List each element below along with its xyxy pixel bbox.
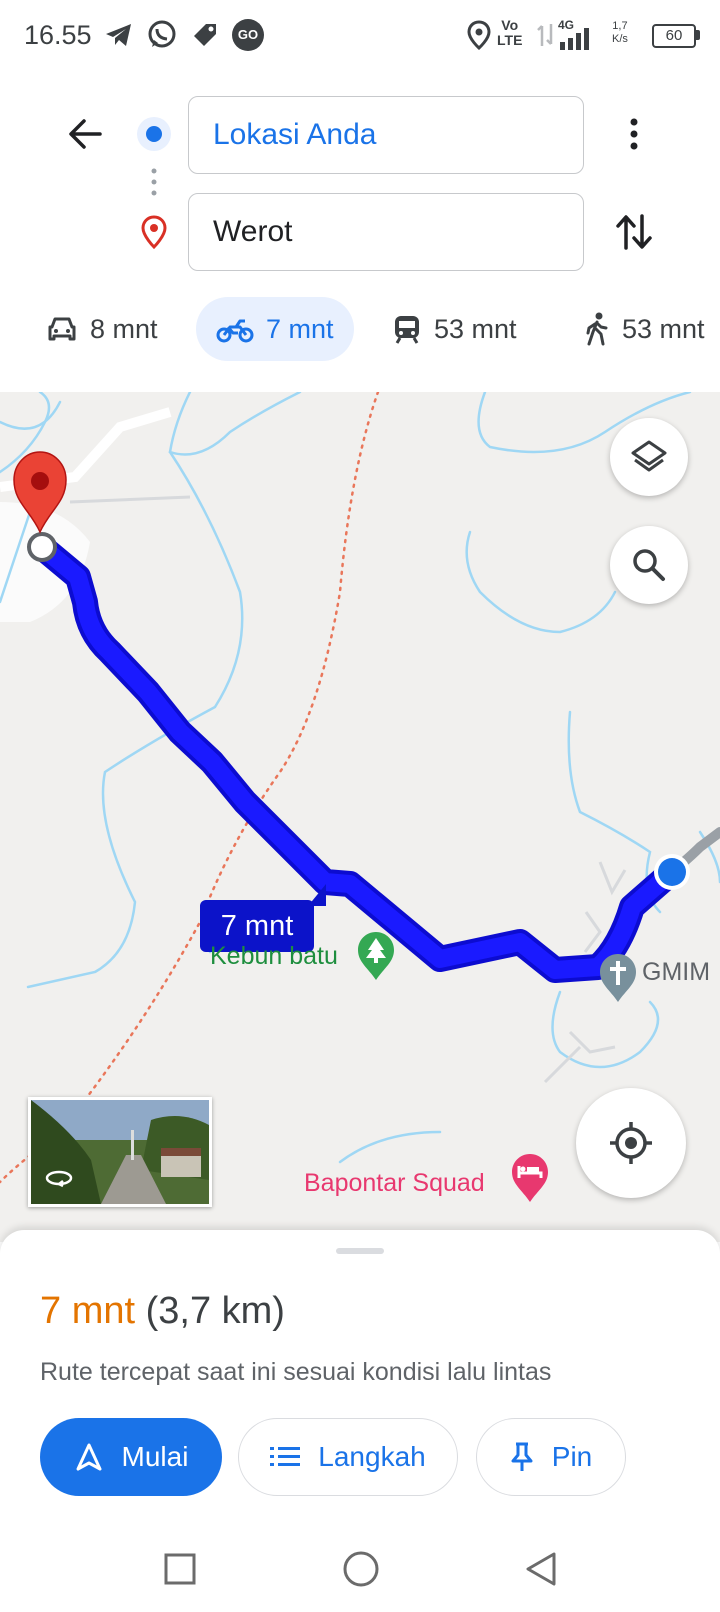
my-location-button[interactable] <box>576 1088 686 1198</box>
route-duration: 7 mnt <box>40 1290 136 1332</box>
pin-label: Pin <box>551 1441 593 1472</box>
mode-walk[interactable]: 53 mnt <box>584 297 705 361</box>
list-icon <box>270 1447 301 1466</box>
steps-button[interactable]: Langkah <box>238 1418 458 1496</box>
car-icon <box>48 317 76 341</box>
navigation-arrow-icon <box>76 1443 102 1471</box>
more-options-icon[interactable] <box>614 114 654 154</box>
swap-icon[interactable] <box>612 210 656 254</box>
sheet-drag-handle[interactable] <box>336 1248 384 1254</box>
recent-apps-icon[interactable] <box>163 1552 197 1586</box>
destination-pin-icon <box>141 215 167 250</box>
route-summary-sheet: 7 mnt (3,7 km) Rute tercepat saat ini se… <box>0 1230 720 1530</box>
back-nav-icon[interactable] <box>522 1550 558 1588</box>
status-bar: 16.55 GO Vo LTE 4G 1,7 K/s 60 <box>0 0 720 72</box>
gojek-icon: GO <box>232 19 264 51</box>
motorcycle-icon <box>216 319 254 343</box>
park-icon[interactable] <box>356 930 396 982</box>
layers-icon <box>631 440 667 472</box>
route-badge-tail <box>308 884 326 906</box>
crosshair-icon <box>610 1122 652 1164</box>
map[interactable]: 7 mnt Kebun batu GMIM Bapontar Squad <box>0 392 720 1242</box>
walk-icon <box>586 312 608 346</box>
route-summary: 7 mnt (3,7 km) <box>40 1290 285 1333</box>
origin-dot-icon <box>137 117 171 151</box>
rotate-360-icon <box>45 1170 73 1188</box>
signal-icon <box>560 28 589 50</box>
start-button[interactable]: Mulai <box>40 1418 222 1496</box>
mode-transit[interactable]: 53 mnt <box>392 297 517 361</box>
search-icon <box>633 549 665 581</box>
place-gmim[interactable]: GMIM <box>642 958 710 987</box>
transit-icon <box>395 316 419 344</box>
mode-car[interactable]: 8 mnt <box>46 297 158 361</box>
map-search-button[interactable] <box>610 526 688 604</box>
place-bapontar-squad[interactable]: Bapontar Squad <box>304 1169 485 1198</box>
net-speed: 1,7 K/s <box>612 20 628 45</box>
mode-motorcycle-label: 7 mnt <box>266 314 334 344</box>
battery-tip <box>696 30 700 40</box>
mode-motorcycle[interactable]: 7 mnt <box>196 297 354 361</box>
pin-button[interactable]: Pin <box>476 1418 626 1496</box>
mode-car-label: 8 mnt <box>90 314 158 344</box>
home-icon[interactable] <box>342 1550 380 1588</box>
whatsapp-icon <box>148 20 176 48</box>
volte-icon: Vo LTE <box>497 17 523 48</box>
start-label: Mulai <box>121 1441 189 1472</box>
lodging-icon[interactable] <box>510 1152 550 1204</box>
route-dots <box>151 168 157 196</box>
battery-icon: 60 <box>652 24 696 48</box>
layers-button[interactable] <box>610 418 688 496</box>
location-icon <box>467 20 491 51</box>
system-nav-bar <box>0 1530 720 1612</box>
tag-icon <box>194 24 216 46</box>
mode-walk-label: 53 mnt <box>622 314 705 344</box>
route-distance: (3,7 km) <box>145 1290 285 1332</box>
pushpin-icon <box>511 1442 533 1471</box>
mode-transit-label: 53 mnt <box>434 314 517 344</box>
street-view-thumbnail[interactable] <box>28 1097 212 1207</box>
back-arrow-icon[interactable] <box>66 114 106 154</box>
steps-label: Langkah <box>318 1441 426 1472</box>
place-kebun-batu[interactable]: Kebun batu <box>210 942 338 971</box>
telegram-icon <box>106 24 131 46</box>
origin-field[interactable]: Lokasi Anda <box>188 96 584 174</box>
status-time: 16.55 <box>24 20 92 50</box>
destination-field[interactable]: Werot <box>188 193 584 271</box>
route-description: Rute tercepat saat ini sesuai kondisi la… <box>40 1358 552 1386</box>
church-icon[interactable] <box>598 952 638 1004</box>
